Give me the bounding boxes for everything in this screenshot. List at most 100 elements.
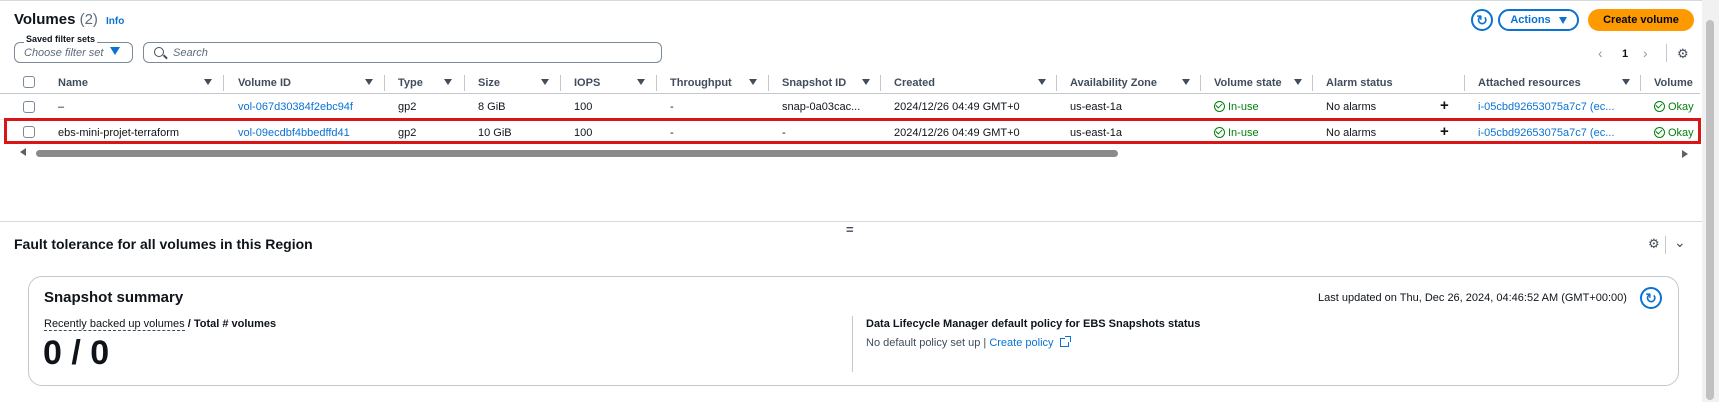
chevron-right-icon[interactable]: › <box>1643 45 1648 61</box>
actions-label: Actions <box>1510 14 1551 26</box>
actions-button[interactable]: Actions <box>1498 9 1579 31</box>
cell-iops: 100 <box>574 101 593 113</box>
refresh-icon: ↻ <box>1476 11 1488 28</box>
backup-ratio-value: 0 / 0 <box>43 334 110 372</box>
horizontal-scrollbar-thumb[interactable] <box>36 150 1118 157</box>
column-header-snapshot-id[interactable]: Snapshot ID <box>782 77 846 89</box>
page-title: Volumes (2) <box>14 11 98 28</box>
column-separator <box>560 75 561 91</box>
column-header-alarm-status[interactable]: Alarm status <box>1326 77 1393 89</box>
column-header-created[interactable]: Created <box>894 77 935 89</box>
recently-backed-up-label: Recently backed up volumes / Total # vol… <box>44 318 276 331</box>
cell-volume-status: Okay <box>1654 101 1694 113</box>
sort-icon[interactable] <box>637 79 645 85</box>
sort-icon[interactable] <box>365 79 373 85</box>
caret-down-icon <box>1558 16 1567 24</box>
cell-snapshot-id: - <box>782 127 786 139</box>
cell-volume-id-link[interactable]: vol-09ecdbf4bbedffd41 <box>238 127 350 139</box>
refresh-icon: ↻ <box>1645 289 1657 306</box>
cell-name: ebs-mini-projet-terraform <box>58 127 180 139</box>
column-separator <box>1464 75 1465 91</box>
cell-name: – <box>58 101 65 113</box>
cell-size: 10 GiB <box>478 127 512 139</box>
cell-attached-resource-link[interactable]: i-05cbd92653075a7c7 (ec... <box>1478 127 1614 139</box>
sort-icon[interactable] <box>749 79 757 85</box>
cell-volume-status: Okay <box>1654 127 1694 139</box>
column-header-attached-resources[interactable]: Attached resources <box>1478 77 1581 89</box>
vertical-scrollbar-thumb[interactable] <box>1706 20 1714 400</box>
page-number[interactable]: 1 <box>1622 48 1628 60</box>
column-separator <box>223 75 224 91</box>
sort-icon[interactable] <box>444 79 452 85</box>
sort-icon[interactable] <box>1294 79 1302 85</box>
sort-icon[interactable] <box>862 79 870 85</box>
cell-created: 2024/12/26 04:49 GMT+0 <box>894 127 1020 139</box>
column-separator <box>1312 75 1313 91</box>
check-circle-icon <box>1214 127 1225 138</box>
column-separator <box>1200 75 1201 91</box>
check-circle-icon <box>1214 101 1225 112</box>
chevron-left-icon[interactable]: ‹ <box>1598 45 1603 61</box>
gear-icon[interactable]: ⚙ <box>1648 236 1660 252</box>
column-header-throughput[interactable]: Throughput <box>670 77 732 89</box>
column-header-size[interactable]: Size <box>478 77 500 89</box>
sort-icon[interactable] <box>541 79 549 85</box>
row-checkbox[interactable] <box>23 126 35 138</box>
select-all-checkbox[interactable] <box>23 76 35 88</box>
cell-alarm-status: No alarms <box>1326 127 1377 139</box>
check-circle-icon <box>1654 127 1665 138</box>
state-text: In-use <box>1228 127 1259 139</box>
plus-icon[interactable]: + <box>1440 123 1449 140</box>
column-header-iops[interactable]: IOPS <box>574 77 600 89</box>
cell-availability-zone: us-east-1a <box>1070 101 1122 113</box>
plus-icon[interactable]: + <box>1440 97 1449 114</box>
recently-backed-up-link[interactable]: Recently backed up volumes <box>44 318 185 331</box>
scroll-right-arrow-icon[interactable] <box>1682 150 1688 158</box>
dlm-policy-title: Data Lifecycle Manager default policy fo… <box>866 318 1201 330</box>
cell-created: 2024/12/26 04:49 GMT+0 <box>894 101 1020 113</box>
column-separator <box>464 75 465 91</box>
search-placeholder: Search <box>173 47 208 59</box>
volume-status-text: Okay <box>1668 127 1694 139</box>
refresh-button[interactable]: ↻ <box>1471 9 1493 31</box>
column-header-volume-id[interactable]: Volume ID <box>238 77 291 89</box>
row-checkbox[interactable] <box>23 101 35 113</box>
sort-icon[interactable] <box>1038 79 1046 85</box>
title-text: Volumes <box>14 11 76 28</box>
cell-iops: 100 <box>574 127 593 139</box>
sort-icon[interactable] <box>204 79 212 85</box>
info-link[interactable]: Info <box>106 16 124 27</box>
column-separator <box>656 75 657 91</box>
column-header-name[interactable]: Name <box>58 77 88 89</box>
column-separator <box>384 75 385 91</box>
column-header-availability-zone[interactable]: Availability Zone <box>1070 77 1157 89</box>
create-volume-button[interactable]: Create volume <box>1588 9 1694 31</box>
saved-filter-sets-label: Saved filter sets <box>24 34 98 44</box>
sort-icon[interactable] <box>1182 79 1190 85</box>
divider <box>852 316 853 372</box>
search-input[interactable] <box>143 42 662 63</box>
cell-throughput: - <box>670 127 674 139</box>
dlm-status-text: No default policy set up | <box>866 337 987 349</box>
create-policy-link[interactable]: Create policy <box>989 337 1053 349</box>
cell-volume-state: In-use <box>1214 101 1259 113</box>
refresh-button[interactable]: ↻ <box>1640 287 1662 309</box>
column-header-type[interactable]: Type <box>398 77 423 89</box>
sort-icon[interactable] <box>1622 79 1630 85</box>
cell-alarm-status: No alarms <box>1326 101 1377 113</box>
gear-icon[interactable]: ⚙ <box>1677 46 1689 62</box>
column-header-volume-state[interactable]: Volume state <box>1214 77 1282 89</box>
fault-tolerance-title: Fault tolerance for all volumes in this … <box>14 236 313 252</box>
cell-attached-resource-link[interactable]: i-05cbd92653075a7c7 (ec... <box>1478 101 1614 113</box>
dlm-policy-status: No default policy set up | Create policy <box>866 336 1071 349</box>
chevron-down-icon[interactable]: ⌄ <box>1674 234 1686 251</box>
saved-filter-set-placeholder: Choose filter set <box>24 47 104 59</box>
divider <box>1666 44 1667 62</box>
snapshot-summary-title: Snapshot summary <box>44 289 184 306</box>
cell-type: gp2 <box>398 101 417 113</box>
cell-volume-id-link[interactable]: vol-067d30384f2ebc94f <box>238 101 353 113</box>
scroll-left-arrow-icon[interactable] <box>20 148 26 156</box>
column-header-volume-status[interactable]: Volume <box>1654 77 1693 89</box>
cell-throughput: - <box>670 101 674 113</box>
drag-handle-icon[interactable]: = <box>846 222 854 237</box>
